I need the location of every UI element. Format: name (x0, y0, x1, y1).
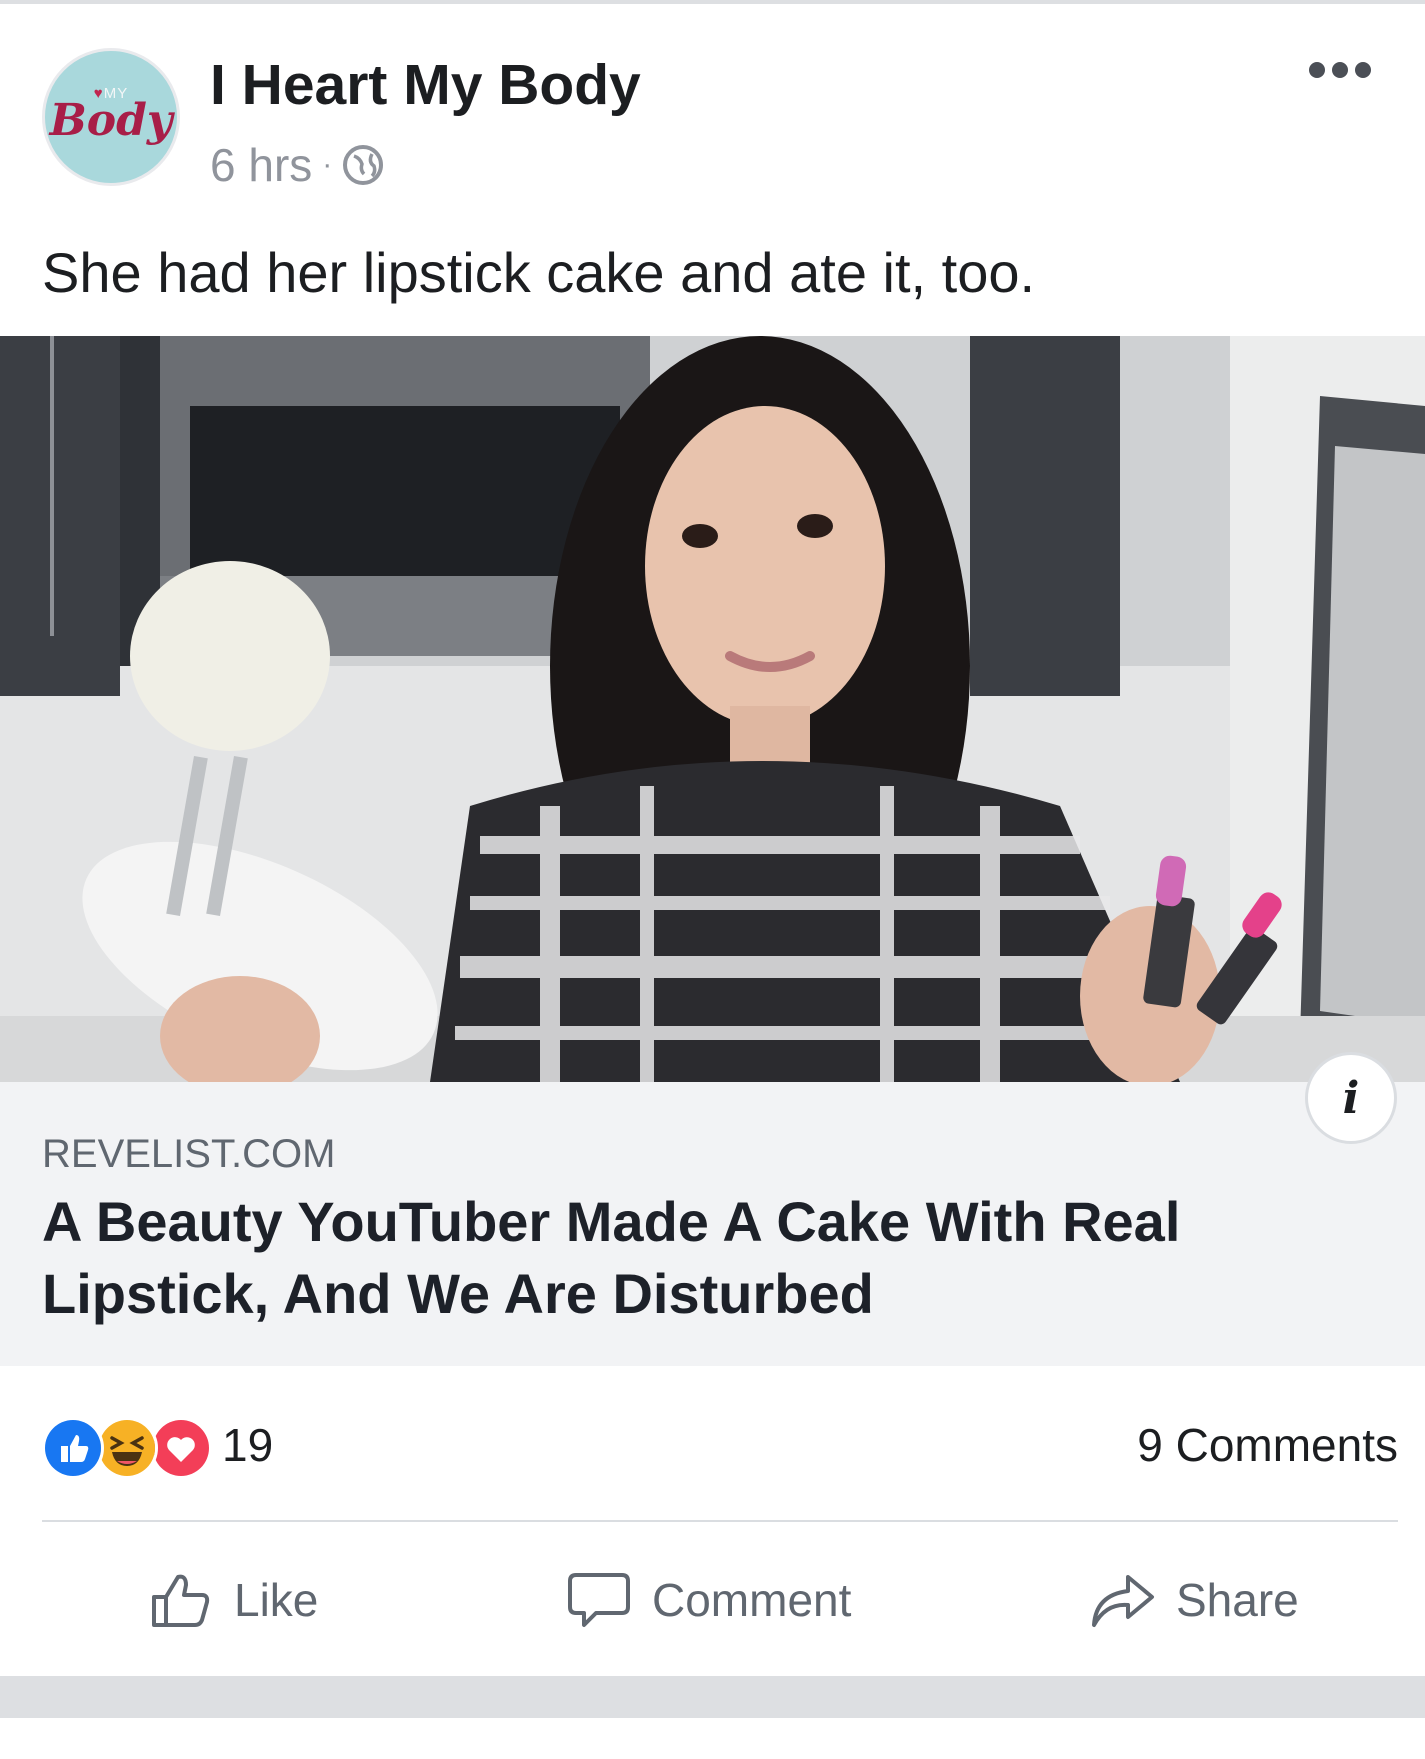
action-divider (42, 1520, 1398, 1522)
reaction-icons (42, 1415, 212, 1479)
comments-count-link[interactable]: 9 Comments (1137, 1418, 1398, 1472)
love-reaction-icon (150, 1417, 212, 1479)
share-button[interactable]: Share (1088, 1560, 1299, 1640)
photo-illustration (0, 336, 1425, 1082)
thumbs-up-icon (152, 1574, 210, 1627)
link-domain: REVELIST.COM (42, 1132, 336, 1176)
avatar-logo-word: Body (49, 95, 173, 146)
meta-separator: · (322, 148, 333, 181)
like-button[interactable]: Like (146, 1560, 318, 1640)
like-label: Like (234, 1574, 319, 1626)
link-preview-card[interactable]: i REVELIST.COM A Beauty YouTuber Made A … (0, 1052, 1425, 1366)
action-bar: Like Comment Share (0, 1560, 1425, 1640)
haha-reaction-icon (96, 1417, 158, 1479)
comment-bubble-icon (568, 1573, 630, 1627)
link-headline[interactable]: A Beauty YouTuber Made A Cake With Real … (42, 1186, 1342, 1330)
post-text: She had her lipstick cake and ate it, to… (42, 241, 1036, 304)
info-button[interactable]: i (1305, 1052, 1397, 1144)
share-arrow-icon (1092, 1575, 1154, 1627)
share-label: Share (1176, 1574, 1299, 1626)
reactions-summary[interactable]: 19 (42, 1415, 274, 1479)
more-dots-icon[interactable] (1307, 58, 1373, 82)
comment-label: Comment (652, 1574, 852, 1626)
post-meta: 6 hrs · (210, 138, 384, 192)
comment-button[interactable]: Comment (564, 1560, 851, 1640)
top-divider (0, 0, 1425, 4)
post-photo[interactable] (0, 336, 1425, 1082)
post-timestamp[interactable]: 6 hrs (210, 138, 312, 192)
page-avatar[interactable]: ♥MY Body (42, 48, 180, 186)
page-name-link[interactable]: I Heart My Body (210, 52, 641, 118)
like-reaction-icon (42, 1417, 104, 1479)
feed-separator (0, 1676, 1425, 1718)
globe-icon (343, 145, 384, 185)
reaction-count: 19 (222, 1419, 274, 1471)
